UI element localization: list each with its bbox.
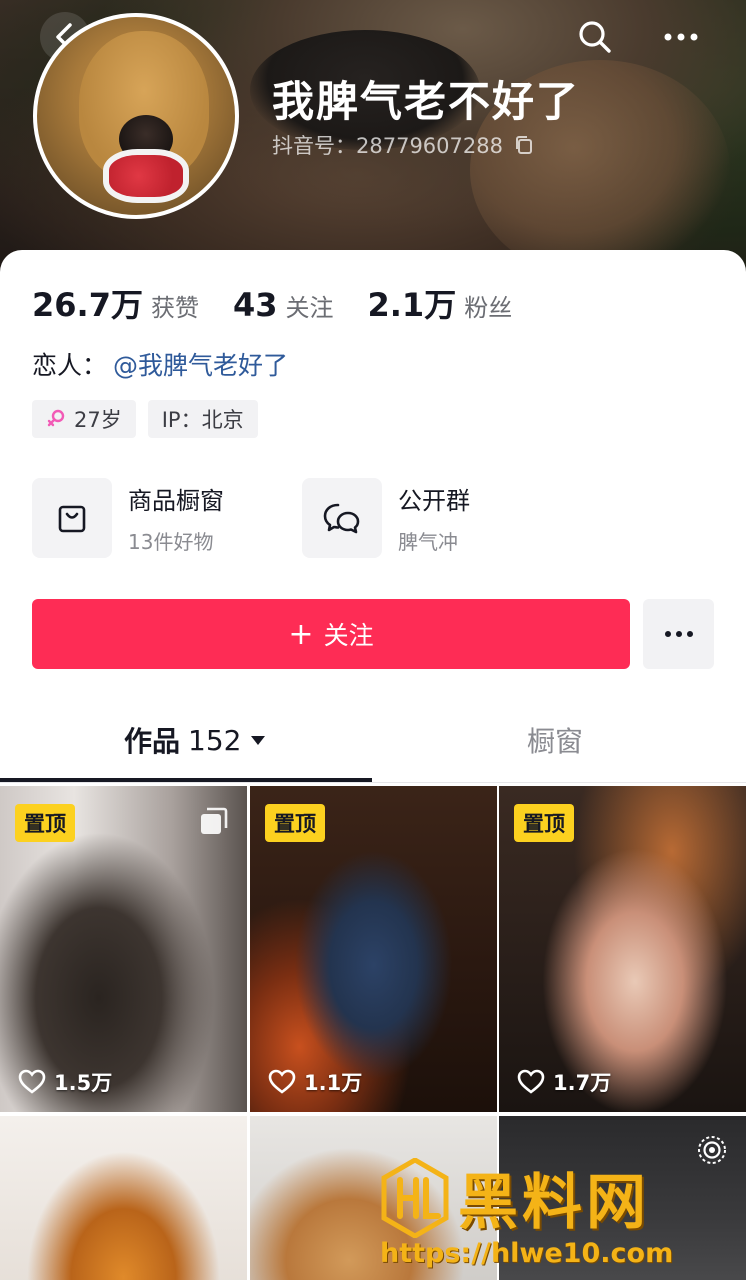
lover-row: 恋人： @我脾气老好了 (32, 346, 288, 382)
pinned-badge: 置顶 (15, 804, 75, 842)
multi-image-icon (201, 807, 228, 834)
public-group-title: 公开群 (398, 487, 470, 515)
douyin-id[interactable]: 抖音号：28779607288 (272, 130, 535, 160)
likes-label: 获赞 (150, 294, 199, 322)
following-label[interactable]: 关注 (286, 288, 334, 323)
followers-count[interactable]: 2.1万 (368, 280, 457, 326)
likes-count: 26.7万 (32, 286, 143, 324)
video-likes: 1.7万 (517, 1067, 611, 1097)
profile-tabs: 作品 152 橱窗 (0, 720, 746, 784)
followers-label[interactable]: 粉丝 (464, 288, 512, 323)
shop-window-title: 商品橱窗 (128, 487, 224, 515)
nickname: 我脾气老不好了 (272, 77, 581, 126)
public-group-entry[interactable]: 公开群 脾气冲 (302, 478, 532, 558)
shop-window-subtitle: 13件好物 (128, 530, 214, 554)
watermark-url: https://hlwe10.com (380, 1238, 674, 1269)
tab-shop-window[interactable]: 橱窗 (527, 720, 583, 760)
stats-row: 26.7万 获赞 43 关注 2.1万 粉丝 (32, 280, 546, 326)
chat-bubble-icon (323, 503, 360, 534)
pinned-badge: 置顶 (265, 804, 325, 842)
shopping-bag-icon (58, 505, 86, 533)
following-count[interactable]: 43 (233, 286, 278, 324)
video-likes-count: 1.5万 (54, 1071, 113, 1095)
video-tile[interactable] (0, 1116, 247, 1280)
public-group-subtitle: 脾气冲 (398, 530, 458, 554)
video-likes-count: 1.1万 (304, 1071, 363, 1095)
video-likes-count: 1.7万 (553, 1071, 612, 1095)
tab-works-count: 152 (188, 723, 242, 757)
shopping-bag-icon-box (32, 478, 112, 558)
video-likes: 1.5万 (18, 1067, 112, 1097)
ellipsis-icon (664, 631, 693, 637)
more-actions-button[interactable] (643, 599, 714, 669)
avatar[interactable] (33, 13, 239, 219)
ip-text: IP：北京 (161, 408, 244, 432)
more-icon (664, 33, 698, 41)
age-text: 27岁 (74, 408, 122, 432)
tabs-divider (0, 782, 746, 783)
search-icon (579, 21, 611, 53)
douyin-id-text: 抖音号：28779607288 (272, 134, 503, 158)
watermark-title: 黑料网 (458, 1168, 650, 1238)
follow-label: 关注 (323, 621, 374, 650)
pinned-badge: 置顶 (514, 804, 574, 842)
profile-tags: 27岁 IP：北京 (32, 400, 258, 438)
dropdown-triangle-icon (251, 736, 266, 745)
watermark-logo-icon (381, 1158, 449, 1238)
heart-icon (18, 1069, 46, 1094)
watermark: 黑料网 https://hlwe10.com (380, 1150, 720, 1270)
search-button[interactable] (574, 16, 616, 58)
video-tile[interactable]: 置顶 1.5万 (0, 786, 247, 1112)
lover-label: 恋人： (32, 351, 108, 380)
chat-bubble-icon-box (302, 478, 382, 558)
ip-tag: IP：北京 (147, 400, 258, 438)
feature-entries: 商品橱窗 13件好物 公开群 脾气冲 (32, 478, 532, 558)
plus-icon: + (288, 616, 314, 652)
follow-button[interactable]: + 关注 (32, 599, 630, 669)
heart-icon (268, 1069, 296, 1094)
female-icon (47, 409, 65, 427)
video-likes: 1.1万 (268, 1067, 362, 1097)
age-tag: 27岁 (32, 400, 136, 438)
video-tile[interactable]: 置顶 1.1万 (250, 786, 497, 1112)
tab-works[interactable]: 作品 152 (124, 720, 267, 760)
video-tile[interactable]: 置顶 1.7万 (499, 786, 746, 1112)
heart-icon (517, 1069, 545, 1094)
copy-icon[interactable] (513, 134, 535, 156)
shop-window-entry[interactable]: 商品橱窗 13件好物 (32, 478, 262, 558)
more-menu-button[interactable] (660, 16, 702, 58)
tab-works-label: 作品 (124, 725, 181, 758)
lover-link[interactable]: @我脾气老好了 (113, 351, 288, 380)
avatar-strawberry-toy (103, 149, 189, 203)
